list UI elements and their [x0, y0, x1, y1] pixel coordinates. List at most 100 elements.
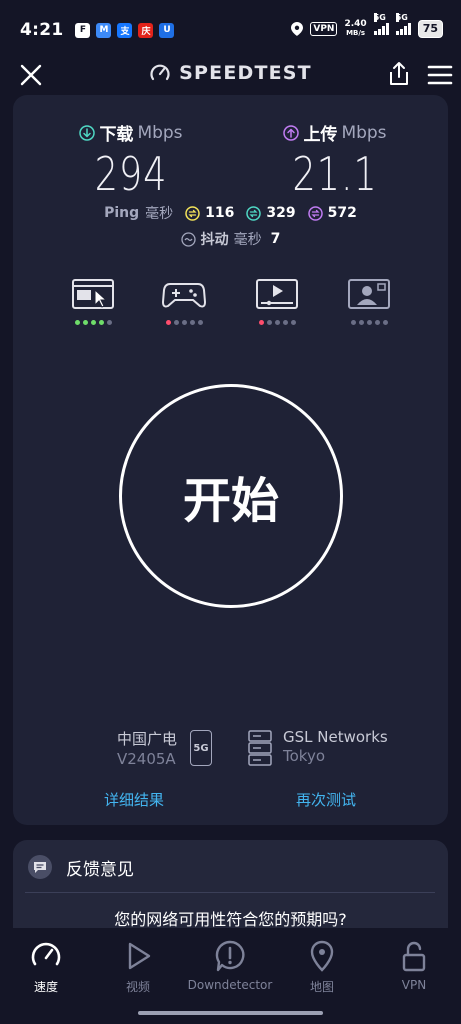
upload-value: 21.1 — [292, 147, 378, 201]
upload-label: 上传 — [303, 125, 338, 145]
level-dot — [366, 320, 372, 325]
download-metric: 下载 Mbps 294 — [71, 120, 191, 201]
jitter-label: 抖动 — [200, 232, 229, 248]
level-dot — [382, 320, 388, 325]
nav-vpn-label: VPN — [401, 978, 427, 992]
result-card: 下载 Mbps 294 上传 Mbps 21.1 Ping 毫秒 116 329 — [13, 95, 448, 825]
share-icon[interactable] — [385, 60, 413, 88]
alipay-icon: 支 — [117, 22, 133, 38]
download-unit: Mbps — [137, 122, 183, 143]
signal-sim2-icon: 5G — [395, 13, 411, 35]
app-notification-icon: U — [159, 22, 175, 38]
video-rating[interactable] — [254, 278, 300, 325]
chat-bubble-icon — [28, 855, 52, 879]
app-notification-icon: F — [75, 22, 91, 38]
browsing-rating[interactable] — [70, 278, 116, 325]
play-icon — [128, 942, 151, 970]
level-dot — [290, 320, 296, 325]
battery-icon: 75 — [417, 20, 443, 38]
jitter-unit: 毫秒 — [233, 232, 262, 248]
download-value: 294 — [94, 147, 168, 201]
signal-sim1-icon: 5G — [373, 13, 389, 35]
isp-name: 中国广电 — [117, 730, 178, 748]
level-dot — [82, 320, 88, 325]
app-notification-icon: M — [96, 22, 112, 38]
notification-icons: F M 支 庆 U — [75, 22, 175, 38]
video-player-icon — [256, 279, 298, 309]
sim1-type: 5G — [373, 13, 386, 22]
isp-badge: 5G — [193, 742, 209, 754]
start-test-button[interactable]: 开始 — [119, 384, 343, 608]
level-dot — [189, 320, 195, 325]
jitter-row: 抖动 毫秒 7 — [13, 229, 448, 249]
level-dot — [74, 320, 80, 325]
browser-cursor-icon — [72, 279, 114, 309]
sim2-type: 5G — [395, 13, 408, 22]
level-dot — [173, 320, 179, 325]
status-right: VPN 2.40 MB/s 5G 5G 75 — [291, 13, 443, 38]
nav-vpn[interactable]: VPN — [368, 940, 460, 992]
alert-bubble-icon — [215, 940, 245, 972]
download-label: 下载 — [99, 125, 134, 145]
ping-row: Ping 毫秒 116 329 572 — [13, 203, 448, 223]
level-dot — [274, 320, 280, 325]
upload-header: 上传 Mbps — [275, 120, 395, 145]
nav-speed[interactable]: 速度 — [0, 940, 92, 995]
phone-5g-icon: 5G — [190, 730, 212, 766]
feedback-header: 反馈意见 — [27, 854, 134, 880]
ping-idle-icon — [185, 205, 200, 221]
level-dot — [350, 320, 356, 325]
ping-upload: 572 — [307, 205, 357, 221]
divider — [25, 892, 435, 893]
app-title-text: SPEEDTEST — [179, 62, 312, 84]
status-bar: 4:21 F M 支 庆 U VPN 2.40 MB/s 5G 5G 75 — [0, 0, 461, 60]
server-info[interactable]: GSL Networks Tokyo — [283, 728, 388, 765]
ping-download-value: 329 — [266, 205, 296, 221]
lock-icon — [402, 941, 426, 972]
vpn-status-badge: VPN — [310, 22, 338, 36]
upload-metric: 上传 Mbps 21.1 — [275, 120, 395, 201]
bottom-nav: 速度 视频 Downdetector 地图 VPN — [0, 928, 461, 1024]
server-name: GSL Networks — [283, 728, 388, 746]
level-dot — [90, 320, 96, 325]
download-header: 下载 Mbps — [71, 120, 191, 145]
jitter-icon — [180, 231, 196, 247]
nav-video[interactable]: 视频 — [92, 940, 184, 995]
level-dot — [358, 320, 364, 325]
nav-downdetector[interactable]: Downdetector — [184, 940, 276, 992]
level-dot — [258, 320, 264, 325]
nav-map[interactable]: 地图 — [276, 940, 368, 995]
ping-download: 329 — [246, 205, 296, 221]
ping-upload-icon — [307, 205, 323, 221]
level-dot — [266, 320, 272, 325]
isp-info[interactable]: 中国广电 V2405A — [117, 728, 177, 768]
browsing-level-dots — [70, 320, 116, 325]
gaming-rating[interactable] — [161, 278, 207, 325]
ping-upload-value: 572 — [327, 205, 357, 221]
feedback-question: 您的网络可用性符合您的预期吗? — [114, 910, 347, 929]
nav-speed-label: 速度 — [33, 980, 58, 994]
network-speed-unit: MB/s — [346, 29, 366, 37]
jitter-value: 7 — [270, 231, 281, 247]
home-indicator[interactable] — [138, 1011, 323, 1015]
video-call-level-dots — [346, 320, 392, 325]
network-speed: 2.40 MB/s — [344, 20, 366, 38]
location-icon — [291, 22, 304, 36]
video-level-dots — [254, 320, 300, 325]
level-dot — [165, 320, 171, 325]
feedback-title: 反馈意见 — [66, 859, 134, 880]
ping-idle-value: 116 — [205, 205, 235, 221]
experience-row — [13, 278, 448, 328]
level-dot — [106, 320, 112, 325]
details-link[interactable]: 详细结果 — [104, 789, 164, 810]
video-call-rating[interactable] — [346, 278, 392, 325]
upload-unit: Mbps — [341, 122, 387, 143]
ping-unit: 毫秒 — [145, 206, 174, 222]
status-time: 4:21 — [20, 20, 64, 40]
server-icon — [248, 730, 272, 766]
retest-link[interactable]: 再次测试 — [296, 789, 356, 810]
map-pin-icon — [310, 940, 334, 972]
menu-icon[interactable] — [427, 64, 453, 86]
level-dot — [282, 320, 288, 325]
level-dot — [197, 320, 203, 325]
